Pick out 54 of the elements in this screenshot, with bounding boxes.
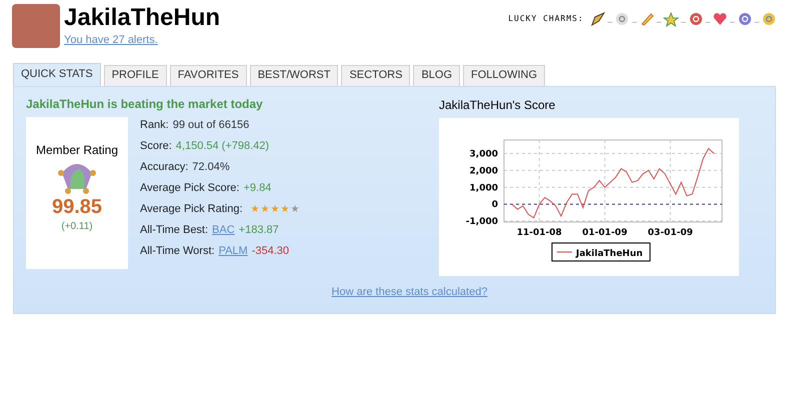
market-headline: JakilaTheHun is beating the market today <box>26 96 264 112</box>
rating-change: (+0.11) <box>61 220 93 234</box>
heart-icon <box>712 11 728 27</box>
y-tick-label: 0 <box>492 200 498 210</box>
stat-value: +183.87 <box>238 223 279 238</box>
avatar-placeholder <box>12 4 60 48</box>
stat-label: Score: <box>140 139 172 154</box>
tab[interactable]: PROFILE <box>104 64 167 86</box>
legend-label: JakilaTheHun <box>575 248 643 258</box>
chart-title: JakilaTheHun's Score <box>439 96 556 114</box>
y-tick-label: 3,000 <box>470 149 498 160</box>
star-icon: ★ <box>260 204 270 214</box>
tab[interactable]: QUICK STATS <box>13 62 101 86</box>
stat-value: -354.30 <box>252 244 290 260</box>
rating-value: 99.85 <box>52 194 102 218</box>
rating-title: Member Rating <box>36 142 118 158</box>
stat-label: Average Pick Rating: <box>140 202 243 218</box>
tab[interactable]: BEST/WORST <box>250 64 338 86</box>
x-tick-label: 01-01-09 <box>582 228 628 238</box>
stat-label: All-Time Best: <box>140 223 208 238</box>
x-tick-label: 03-01-09 <box>648 228 693 238</box>
separator: _ <box>730 13 735 25</box>
x-tick-label: 11-01-08 <box>516 228 562 238</box>
star-icon: ★ <box>270 204 280 214</box>
circle-badge-icon <box>688 11 704 27</box>
stat-value: 4,150.54 (+798.42) <box>176 139 270 154</box>
star-icon: ★ <box>250 204 260 214</box>
tab[interactable]: FOLLOWING <box>463 64 546 86</box>
separator: _ <box>681 13 686 25</box>
username-title: JakilaTheHun <box>64 4 220 32</box>
stat-label: Accuracy: <box>140 160 188 176</box>
separator: _ <box>754 13 759 25</box>
pencil-icon <box>638 11 655 27</box>
chart-legend: JakilaTheHun <box>552 242 650 261</box>
separator: _ <box>632 13 637 25</box>
stat-value: 72.04% <box>192 160 230 176</box>
stat-value: +9.84 <box>243 181 272 196</box>
star-icon: ★ <box>280 204 290 214</box>
stat-label: All-Time Worst: <box>140 244 215 260</box>
stat-value: 99 out of 66156 <box>172 118 250 134</box>
separator: _ <box>706 13 710 25</box>
tab[interactable]: BLOG <box>413 64 460 86</box>
y-tick-label: 1,000 <box>470 182 498 193</box>
star-icon: ★ <box>290 204 300 214</box>
tab[interactable]: SECTORS <box>341 64 410 86</box>
separator: _ <box>608 13 612 25</box>
y-tick-label: 2,000 <box>470 166 498 176</box>
star-medal-icon <box>663 11 680 27</box>
stat-label: Rank: <box>140 118 169 134</box>
separator: _ <box>656 13 662 25</box>
stat-label: Average Pick Score: <box>140 181 240 196</box>
lucky-charms-label: LUCKY CHARMS: <box>508 13 584 25</box>
y-tick-label: -1,000 <box>466 216 498 227</box>
tab[interactable]: FAVORITES <box>170 64 247 86</box>
